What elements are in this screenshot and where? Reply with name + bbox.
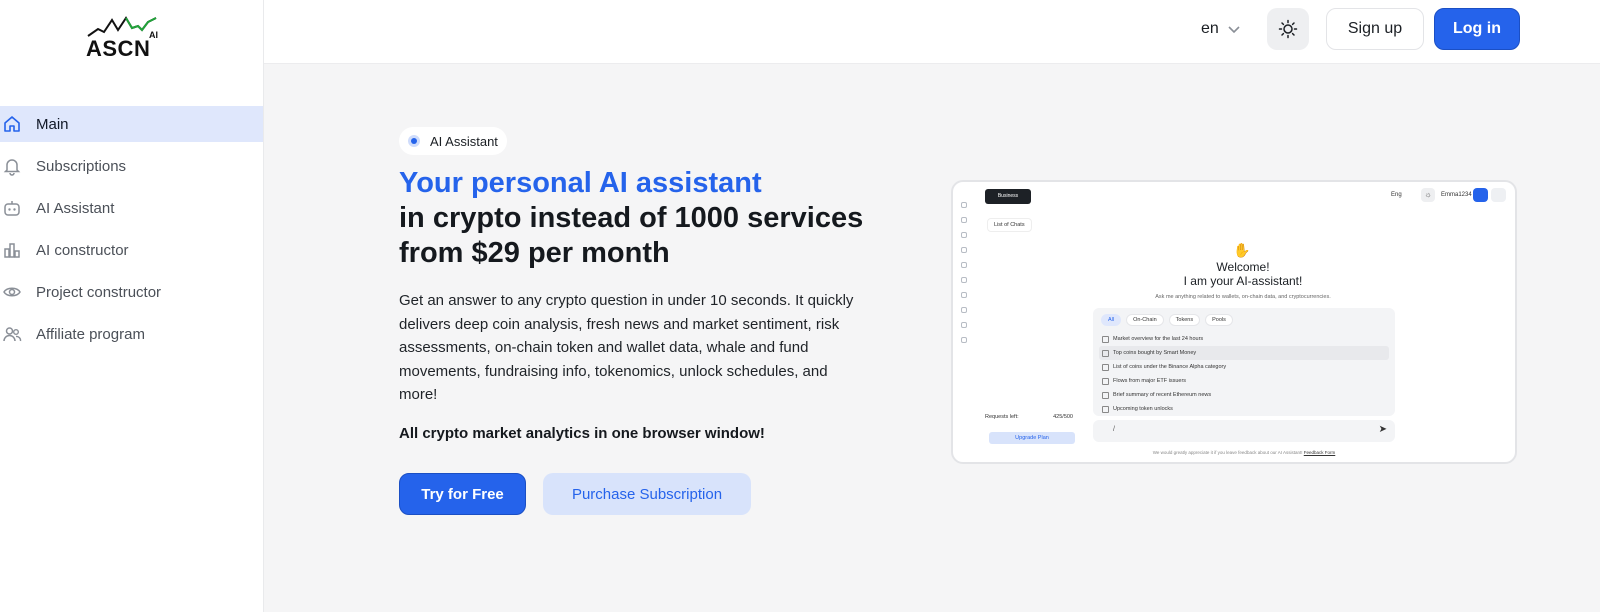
preview-tab-tokens: Tokens xyxy=(1168,314,1201,326)
list-item: Upcoming token unlocks xyxy=(1099,402,1389,416)
list-item: Brief summary of recent Ethereum news xyxy=(1099,388,1389,402)
preview-send-icon: ➤ xyxy=(1378,424,1387,435)
preview-list-of-chats: List of Chats xyxy=(987,218,1032,232)
preview-plan-badge: Business xyxy=(985,189,1031,204)
bell-icon xyxy=(2,156,22,176)
preview-action-button xyxy=(1473,188,1488,202)
purchase-subscription-button[interactable]: Purchase Subscription xyxy=(543,473,751,515)
preview-logout-button xyxy=(1491,188,1506,202)
title-accent: Your personal AI assistant xyxy=(399,167,762,199)
preview-wave-hand-icon: ✋ xyxy=(1233,242,1251,258)
users-icon xyxy=(2,324,22,344)
preview-feedback: We would greatly appreciate it if you le… xyxy=(1093,450,1395,455)
preview-ask-text: Ask me anything related to wallets, on-c… xyxy=(1155,294,1331,300)
title-line-3: from $29 per month xyxy=(399,237,670,269)
preview-tab-on-chain: On-Chain xyxy=(1126,314,1164,326)
page-title: Your personal AI assistant in crypto ins… xyxy=(399,166,919,271)
language-selector[interactable]: en xyxy=(1201,16,1241,42)
sidebar-item-label: AI constructor xyxy=(36,241,129,259)
preview-chat-input: / ➤ xyxy=(1093,420,1395,442)
preview-tab-all: All xyxy=(1101,314,1122,326)
theme-toggle-button[interactable] xyxy=(1267,8,1309,50)
title-line-2: in crypto instead of 1000 services xyxy=(399,202,864,234)
preview-nav-icon xyxy=(961,202,967,208)
sidebar-item-label: Subscriptions xyxy=(36,157,127,175)
list-item: List of coins under the Binance Alpha ca… xyxy=(1099,360,1389,374)
language-value: en xyxy=(1201,20,1219,37)
sidebar: ASCN AI Main Subscriptions AI Assistant xyxy=(0,0,264,612)
list-item: Market overview for the last 24 hours xyxy=(1099,332,1389,346)
preview-nav-icon xyxy=(961,262,967,268)
top-bar: en Sign up Log in xyxy=(264,0,1600,64)
try-for-free-button[interactable]: Try for Free xyxy=(399,473,526,515)
logo[interactable]: ASCN AI xyxy=(86,16,162,62)
preview-nav-icon xyxy=(961,337,967,343)
sidebar-nav: Main Subscriptions AI Assistant AI const… xyxy=(0,106,263,358)
preview-nav-icon xyxy=(961,292,967,298)
preview-language: Eng xyxy=(1391,192,1402,198)
preview-upgrade-button: Upgrade Plan xyxy=(989,432,1075,444)
badge-dot-icon xyxy=(408,135,420,147)
preview-sidebar xyxy=(961,202,969,352)
signup-button[interactable]: Sign up xyxy=(1326,8,1424,50)
preview-username: Emma1234 xyxy=(1441,192,1472,198)
sidebar-item-label: Main xyxy=(36,115,69,133)
preview-welcome: Welcome! I am your AI-assistant! xyxy=(1113,260,1373,288)
preview-feedback-text: We would greatly appreciate it if you le… xyxy=(1152,450,1303,455)
sidebar-item-project-constructor[interactable]: Project constructor xyxy=(0,274,263,310)
sidebar-item-label: Project constructor xyxy=(36,283,162,301)
preview-nav-icon xyxy=(961,307,967,313)
sidebar-item-label: AI Assistant xyxy=(36,199,115,217)
preview-feedback-link: Feedback Form xyxy=(1303,450,1336,455)
preview-input-value: / xyxy=(1113,426,1115,433)
list-item: Top coins bought by Smart Money xyxy=(1099,346,1389,360)
sidebar-item-main[interactable]: Main xyxy=(0,106,263,142)
logo-suffix: AI xyxy=(149,30,158,40)
sidebar-item-subscriptions[interactable]: Subscriptions xyxy=(0,148,263,184)
list-item: Flows from major ETF issuers xyxy=(1099,374,1389,388)
preview-nav-icon xyxy=(961,217,967,223)
product-preview-image: Business Eng ☼ Emma1234 List of Chats ✋ … xyxy=(951,180,1517,464)
preview-requests: Requests left: 425/500 xyxy=(985,414,1077,420)
home-icon xyxy=(2,114,22,134)
preview-nav-icon xyxy=(961,247,967,253)
badge-label: AI Assistant xyxy=(430,133,498,149)
sun-icon xyxy=(1278,19,1298,39)
bar-chart-icon xyxy=(2,240,22,260)
sidebar-item-ai-constructor[interactable]: AI constructor xyxy=(0,232,263,268)
preview-sun-icon: ☼ xyxy=(1421,188,1435,202)
preview-requests-label: Requests left: xyxy=(985,414,1019,420)
preview-suggestion-list: Market overview for the last 24 hours To… xyxy=(1099,332,1389,416)
login-button[interactable]: Log in xyxy=(1434,8,1520,50)
preview-nav-icon xyxy=(961,322,967,328)
preview-tabs: All On-Chain Tokens Pools xyxy=(1101,314,1238,326)
preview-welcome-line-1: Welcome! xyxy=(1216,260,1270,274)
preview-nav-icon xyxy=(961,277,967,283)
preview-requests-value: 425/500 xyxy=(1053,414,1073,420)
preview-suggestions-panel: All On-Chain Tokens Pools Market overvie… xyxy=(1093,308,1395,416)
chevron-down-icon xyxy=(1228,26,1240,34)
eye-icon xyxy=(2,282,22,302)
preview-nav-icon xyxy=(961,232,967,238)
preview-welcome-line-2: I am your AI-assistant! xyxy=(1183,274,1303,288)
sidebar-item-label: Affiliate program xyxy=(36,325,145,343)
logo-text: ASCN xyxy=(86,36,151,61)
preview-tab-pools: Pools xyxy=(1205,314,1233,326)
sidebar-item-affiliate-program[interactable]: Affiliate program xyxy=(0,316,263,352)
sidebar-item-ai-assistant[interactable]: AI Assistant xyxy=(0,190,263,226)
robot-icon xyxy=(2,198,22,218)
hero-description: Get an answer to any crypto question in … xyxy=(399,292,854,404)
hero-tagline: All crypto market analytics in one brows… xyxy=(399,425,765,442)
product-badge: AI Assistant xyxy=(399,127,507,155)
